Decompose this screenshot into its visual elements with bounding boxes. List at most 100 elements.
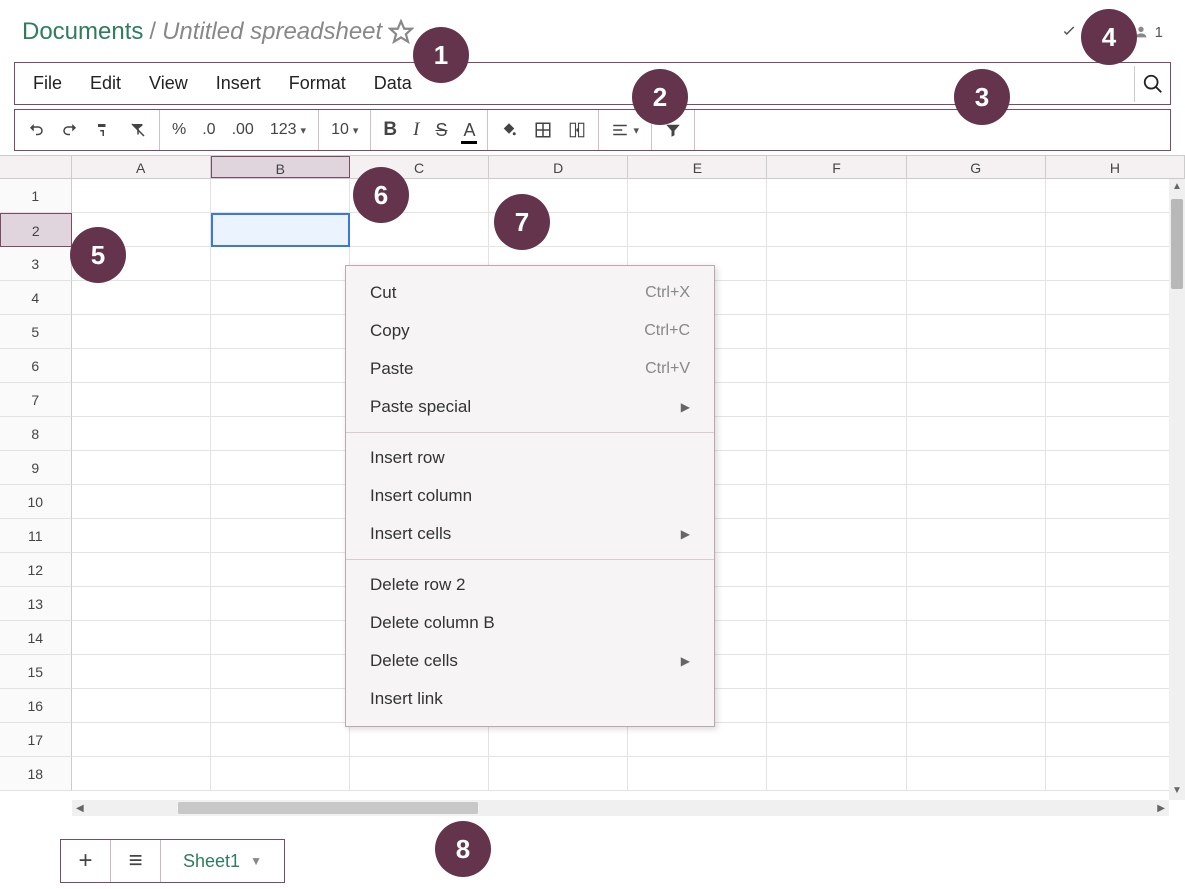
decrease-decimal-button[interactable]: .0 xyxy=(194,110,223,150)
cell-C17[interactable] xyxy=(350,723,489,757)
cell-B12[interactable] xyxy=(211,553,350,587)
context-insert-row[interactable]: Insert row xyxy=(346,439,714,477)
cell-H2[interactable] xyxy=(1046,213,1185,247)
col-header-e[interactable]: E xyxy=(628,156,767,178)
menu-view[interactable]: View xyxy=(135,69,202,98)
menu-insert[interactable]: Insert xyxy=(202,69,275,98)
cell-G12[interactable] xyxy=(907,553,1046,587)
cell-E18[interactable] xyxy=(628,757,767,791)
row-header-12[interactable]: 12 xyxy=(0,553,72,587)
scroll-down-icon[interactable]: ▼ xyxy=(1170,783,1184,798)
cell-F15[interactable] xyxy=(767,655,906,689)
cell-F1[interactable] xyxy=(767,179,906,213)
number-format-button[interactable]: 123 xyxy=(262,110,314,150)
borders-button[interactable] xyxy=(526,110,560,150)
cell-G10[interactable] xyxy=(907,485,1046,519)
cell-H14[interactable] xyxy=(1046,621,1185,655)
cell-G11[interactable] xyxy=(907,519,1046,553)
row-header-13[interactable]: 13 xyxy=(0,587,72,621)
redo-button[interactable] xyxy=(53,110,87,150)
col-header-a[interactable]: A xyxy=(72,156,211,178)
cell-B6[interactable] xyxy=(211,349,350,383)
vertical-scroll-thumb[interactable] xyxy=(1171,199,1183,289)
search-button[interactable] xyxy=(1134,66,1170,102)
row-header-11[interactable]: 11 xyxy=(0,519,72,553)
cell-H15[interactable] xyxy=(1046,655,1185,689)
font-color-button[interactable]: A xyxy=(455,110,483,150)
cell-A17[interactable] xyxy=(72,723,211,757)
cell-G2[interactable] xyxy=(907,213,1046,247)
cell-G13[interactable] xyxy=(907,587,1046,621)
cell-H1[interactable] xyxy=(1046,179,1185,213)
cell-A9[interactable] xyxy=(72,451,211,485)
row-header-7[interactable]: 7 xyxy=(0,383,72,417)
cell-H10[interactable] xyxy=(1046,485,1185,519)
cell-G18[interactable] xyxy=(907,757,1046,791)
cell-G17[interactable] xyxy=(907,723,1046,757)
cell-A6[interactable] xyxy=(72,349,211,383)
cell-B3[interactable] xyxy=(211,247,350,281)
cell-G1[interactable] xyxy=(907,179,1046,213)
cell-F17[interactable] xyxy=(767,723,906,757)
cell-H16[interactable] xyxy=(1046,689,1185,723)
formula-input[interactable] xyxy=(699,122,1166,139)
cell-F7[interactable] xyxy=(767,383,906,417)
cell-A1[interactable] xyxy=(72,179,211,213)
scroll-up-icon[interactable]: ▲ xyxy=(1170,179,1184,194)
clear-format-button[interactable] xyxy=(121,110,155,150)
cell-A8[interactable] xyxy=(72,417,211,451)
row-header-3[interactable]: 3 xyxy=(0,247,72,281)
row-header-1[interactable]: 1 xyxy=(0,179,72,213)
cell-B7[interactable] xyxy=(211,383,350,417)
context-insert-link[interactable]: Insert link xyxy=(346,680,714,718)
cell-F6[interactable] xyxy=(767,349,906,383)
cell-A10[interactable] xyxy=(72,485,211,519)
cell-H9[interactable] xyxy=(1046,451,1185,485)
context-insert-column[interactable]: Insert column xyxy=(346,477,714,515)
context-delete-cells[interactable]: Delete cells▶ xyxy=(346,642,714,680)
row-header-15[interactable]: 15 xyxy=(0,655,72,689)
percent-button[interactable]: % xyxy=(164,110,194,150)
cell-A14[interactable] xyxy=(72,621,211,655)
fill-color-button[interactable] xyxy=(492,110,526,150)
cell-B10[interactable] xyxy=(211,485,350,519)
cell-G8[interactable] xyxy=(907,417,1046,451)
cell-G5[interactable] xyxy=(907,315,1046,349)
row-header-16[interactable]: 16 xyxy=(0,689,72,723)
cell-A7[interactable] xyxy=(72,383,211,417)
cell-G6[interactable] xyxy=(907,349,1046,383)
document-title[interactable]: Untitled spreadsheet xyxy=(162,18,382,46)
cell-H5[interactable] xyxy=(1046,315,1185,349)
cell-H3[interactable] xyxy=(1046,247,1185,281)
row-header-4[interactable]: 4 xyxy=(0,281,72,315)
cell-B17[interactable] xyxy=(211,723,350,757)
horizontal-scroll-thumb[interactable] xyxy=(178,802,478,814)
cell-F10[interactable] xyxy=(767,485,906,519)
context-paste-special[interactable]: Paste special▶ xyxy=(346,388,714,426)
scroll-right-icon[interactable]: ▶ xyxy=(1153,803,1169,814)
cell-B9[interactable] xyxy=(211,451,350,485)
row-header-17[interactable]: 17 xyxy=(0,723,72,757)
cell-H13[interactable] xyxy=(1046,587,1185,621)
cell-B18[interactable] xyxy=(211,757,350,791)
italic-button[interactable]: I xyxy=(405,110,427,150)
row-header-5[interactable]: 5 xyxy=(0,315,72,349)
cell-H18[interactable] xyxy=(1046,757,1185,791)
cell-G16[interactable] xyxy=(907,689,1046,723)
all-sheets-button[interactable]: ≡ xyxy=(111,840,161,882)
cell-H7[interactable] xyxy=(1046,383,1185,417)
vertical-scrollbar[interactable]: ▲ ▼ xyxy=(1169,179,1185,800)
bold-button[interactable]: B xyxy=(375,110,405,150)
row-header-2[interactable]: 2 xyxy=(0,213,72,247)
cell-F2[interactable] xyxy=(767,213,906,247)
menu-edit[interactable]: Edit xyxy=(76,69,135,98)
cell-F11[interactable] xyxy=(767,519,906,553)
cell-G14[interactable] xyxy=(907,621,1046,655)
sheet-tab-1[interactable]: Sheet1 ▼ xyxy=(161,840,284,882)
cell-G15[interactable] xyxy=(907,655,1046,689)
row-header-18[interactable]: 18 xyxy=(0,757,72,791)
increase-decimal-button[interactable]: .00 xyxy=(224,110,262,150)
star-icon[interactable] xyxy=(388,19,414,45)
cell-B5[interactable] xyxy=(211,315,350,349)
context-copy[interactable]: CopyCtrl+C xyxy=(346,312,714,350)
